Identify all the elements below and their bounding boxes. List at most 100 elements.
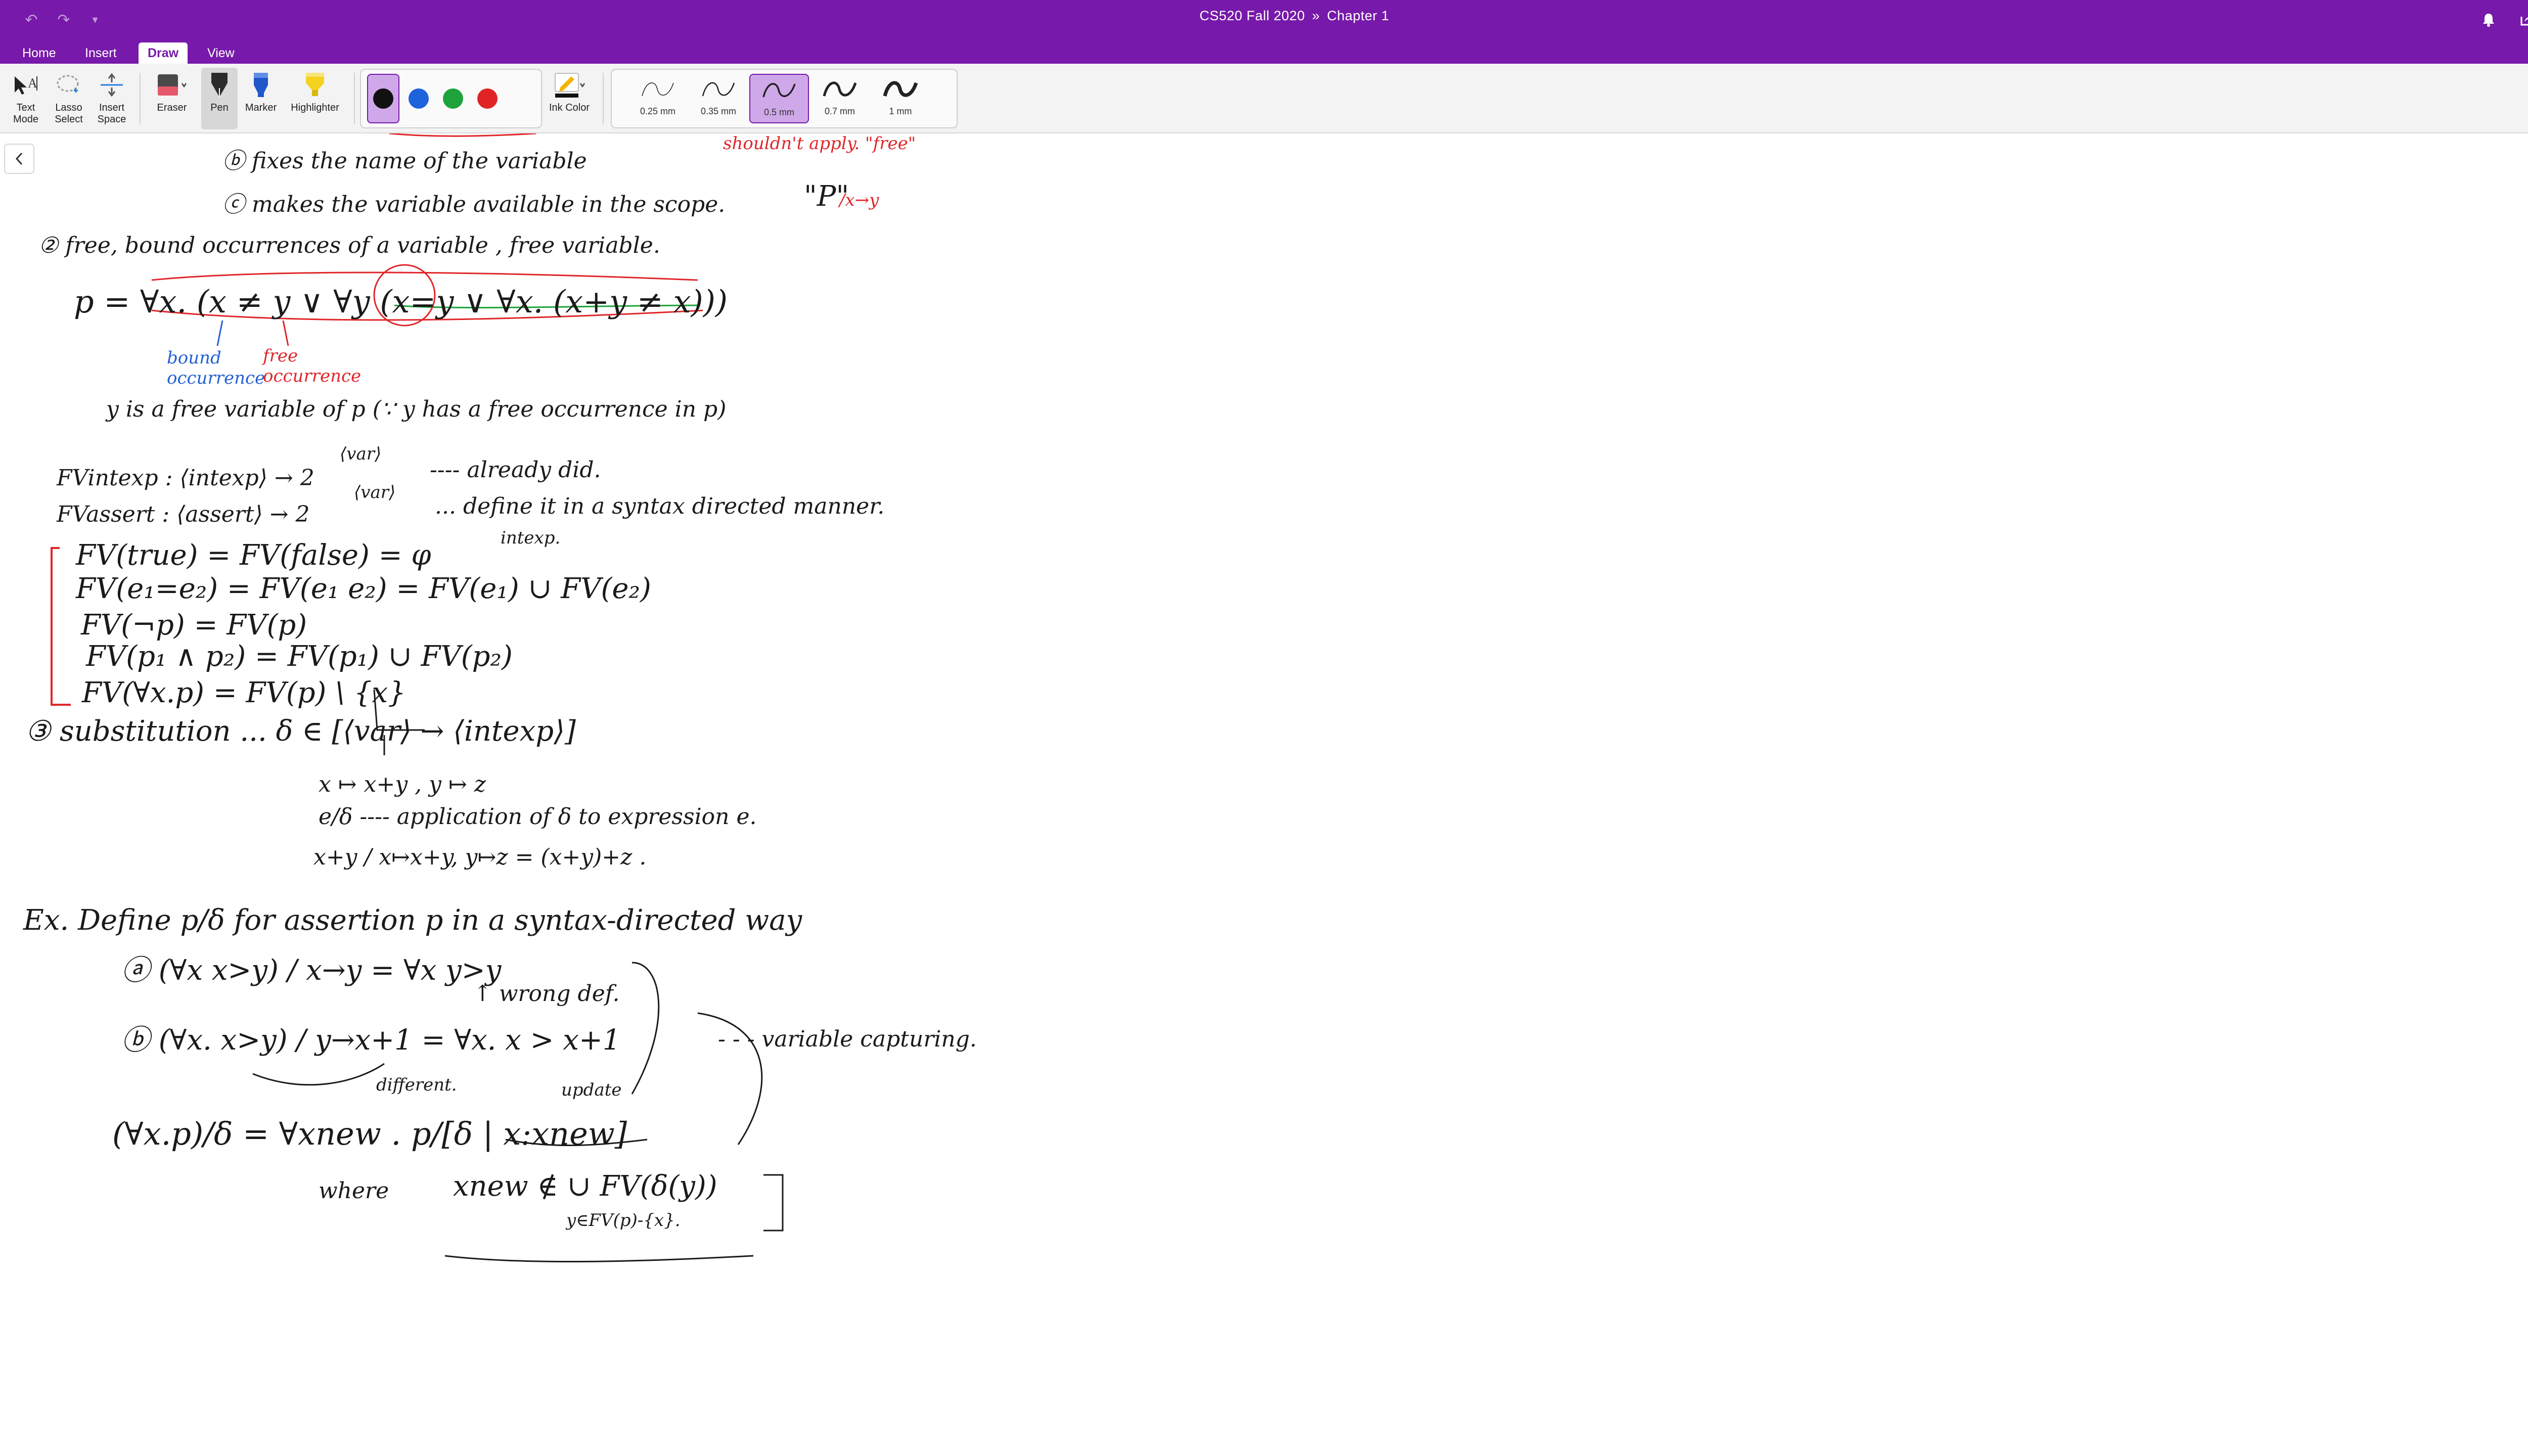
highlighter-icon: [303, 68, 327, 102]
stroke-preview-icon: [883, 81, 918, 97]
stroke-preview-icon: [702, 82, 735, 97]
note-canvas[interactable]: shouldn't apply. "free" ⓑ fixes the name…: [0, 133, 2528, 1456]
note-fv-assert-sup: ⟨var⟩: [354, 482, 396, 503]
text-mode-button[interactable]: A Text Mode: [5, 68, 47, 129]
text-mode-label: Text Mode: [13, 102, 39, 125]
thickness-0-5mm[interactable]: 0.5 mm: [749, 74, 809, 123]
note-xnew: xnew ∉ ∪ FV(δ(y)): [453, 1170, 717, 1203]
chevron-left-icon: [15, 152, 23, 165]
bell-icon[interactable]: [2475, 7, 2502, 32]
color-swatch-blue[interactable]: [402, 74, 435, 123]
marker-label: Marker: [245, 102, 277, 113]
tab-home[interactable]: Home: [13, 42, 65, 64]
thickness-1mm[interactable]: 1 mm: [871, 74, 930, 123]
note-subst-application: e/δ ---- application of δ to expression …: [319, 804, 757, 830]
eraser-label: Eraser: [157, 102, 187, 113]
tab-view[interactable]: View: [198, 42, 244, 64]
note-red-subst: /x→y: [839, 190, 879, 210]
note-p-definition: p = ∀x. (x ≠ y ∨ ∀y (x=y ∨ ∀x. (x+y ≠ x)…: [74, 283, 728, 320]
thickness-0-35mm[interactable]: 0.35 mm: [689, 74, 748, 123]
note-substitution: ③ substitution ... δ ∈ [⟨var⟩ → ⟨intexp⟩…: [25, 715, 576, 748]
note-fv-intexp: FVintexp : ⟨intexp⟩ → 2: [57, 465, 314, 491]
color-swatch-red[interactable]: [471, 74, 504, 123]
note-section-2: ② free, bound occurrences of a variable …: [38, 233, 660, 258]
color-palette: [360, 69, 542, 128]
text-cursor-icon: A: [12, 68, 40, 102]
tab-draw[interactable]: Draw: [139, 42, 188, 64]
note-ex-b: ⓑ (∀x. x>y) / y→x+1 = ∀x. x > x+1: [121, 1024, 621, 1057]
swatch-dot: [477, 88, 498, 109]
note-different: different.: [376, 1075, 457, 1095]
ribbon-divider: [354, 73, 355, 124]
share-icon[interactable]: [2514, 7, 2528, 32]
note-fv-forall: FV(∀x.p) = FV(p) \ {x}: [82, 676, 406, 709]
note-ex-a: ⓐ (∀x x>y) / x→y = ∀x y>y: [121, 954, 502, 987]
note-forall-subst: (∀x.p)/δ = ∀xnew . p/[δ | x:xnew]: [112, 1115, 627, 1152]
page-name: Chapter 1: [1327, 8, 1389, 23]
ribbon-divider: [140, 73, 141, 124]
ink-color-pen-icon: [553, 68, 585, 102]
note-free-occurrence: free occurrence: [263, 346, 362, 386]
draw-ribbon: A Text Mode Lasso Select Insert Space Er…: [0, 64, 2528, 133]
lasso-select-label: Lasso Select: [55, 102, 83, 125]
notebook-name: CS520 Fall 2020: [1199, 8, 1305, 23]
svg-text:A: A: [28, 76, 37, 90]
pen-icon: [208, 68, 231, 102]
note-line-b: ⓑ fixes the name of the variable: [222, 148, 587, 174]
ink-color-button[interactable]: Ink Color: [544, 68, 595, 129]
lasso-select-button[interactable]: Lasso Select: [48, 68, 90, 129]
pen-label: Pen: [210, 102, 229, 113]
thickness-label: 1 mm: [889, 106, 912, 116]
thickness-0-7mm[interactable]: 0.7 mm: [810, 74, 870, 123]
tab-insert[interactable]: Insert: [76, 42, 126, 64]
color-swatch-green[interactable]: [437, 74, 469, 123]
thickness-0-25mm[interactable]: 0.25 mm: [628, 74, 688, 123]
note-subst-example: x ↦ x+y , y ↦ z: [319, 771, 486, 797]
marker-button[interactable]: Marker: [241, 68, 281, 129]
highlighter-button[interactable]: Highlighter: [283, 68, 347, 129]
note-variable-capturing: - - - variable capturing.: [718, 1026, 977, 1052]
note-where: where: [319, 1178, 389, 1204]
thickness-label: 0.35 mm: [700, 106, 737, 116]
pen-thickness-gallery: 0.25 mm 0.35 mm 0.5 mm 0.7 mm 1 mm: [611, 69, 958, 128]
thickness-label: 0.5 mm: [763, 107, 794, 117]
note-wrong-def: ↑ wrong def.: [473, 981, 620, 1007]
stroke-preview-icon: [762, 83, 796, 98]
swatch-dot: [443, 88, 463, 109]
stroke-preview-icon: [823, 81, 857, 97]
swatch-dot: [409, 88, 429, 109]
note-exercise: Ex. Define p/δ for assertion p in a synt…: [23, 904, 802, 937]
note-fv-negation: FV(¬p) = FV(p): [81, 609, 307, 642]
color-swatch-black[interactable]: [367, 74, 399, 123]
note-fv-equality: FV(e₁=e₂) = FV(e₁ e₂) = FV(e₁) ∪ FV(e₂): [76, 572, 651, 605]
note-red-shouldnt-apply: shouldn't apply. "free": [723, 133, 916, 154]
note-update: update: [561, 1080, 622, 1100]
title-separator: »: [1312, 8, 1320, 23]
thickness-label: 0.7 mm: [824, 106, 855, 116]
ribbon-tabs: Home Insert Draw View: [0, 39, 2528, 64]
stroke-preview-icon: [642, 82, 674, 97]
note-intexp: intexp.: [501, 528, 561, 548]
eraser-icon: [155, 68, 189, 102]
eraser-button[interactable]: Eraser: [148, 68, 196, 129]
pen-button[interactable]: Pen: [201, 68, 238, 129]
note-line-c: ⓒ makes the variable available in the sc…: [222, 192, 726, 217]
window-title: CS520 Fall 2020 » Chapter 1: [0, 8, 2528, 24]
note-y-free: y is a free variable of p (∵ y has a fre…: [106, 396, 727, 422]
ink-color-label: Ink Color: [549, 102, 590, 113]
note-already-did: ---- already did.: [430, 457, 601, 483]
lasso-icon: [55, 68, 83, 102]
insert-space-icon: [98, 68, 126, 102]
note-fv-conjunction: FV(p₁ ∧ p₂) = FV(p₁) ∪ FV(p₂): [86, 640, 513, 673]
highlighter-label: Highlighter: [291, 102, 339, 113]
note-fv-true-false: FV(true) = FV(false) = φ: [76, 539, 431, 572]
note-bound-occurrence: bound occurrence: [167, 348, 265, 388]
note-xnew-range: y∈FV(p)-{x}.: [566, 1210, 681, 1231]
note-fv-intexp-sup: ⟨var⟩: [340, 444, 382, 464]
insert-space-button[interactable]: Insert Space: [91, 68, 132, 129]
title-bar: ↶ ↷ ▾ CS520 Fall 2020» Chapter 1: [0, 0, 2528, 39]
note-syntax-directed: ... define it in a syntax directed manne…: [435, 493, 885, 519]
onenote-window: ↶ ↷ ▾ CS520 Fall 2020» Chapter 1 Home Ins…: [0, 0, 2528, 1456]
collapse-sidebar-button[interactable]: [4, 144, 34, 174]
swatch-dot: [373, 88, 393, 109]
